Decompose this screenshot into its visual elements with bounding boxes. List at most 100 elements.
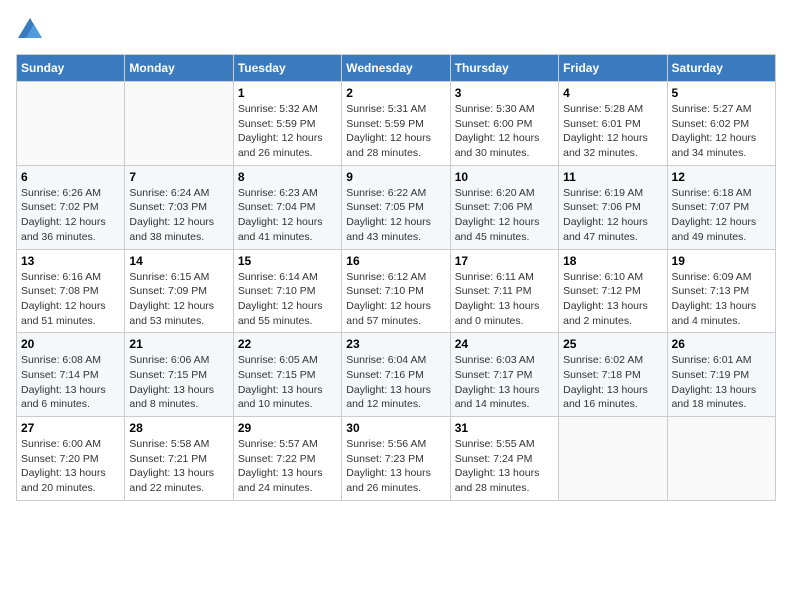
day-info: Sunrise: 6:20 AMSunset: 7:06 PMDaylight:… (455, 186, 554, 245)
calendar-cell: 25Sunrise: 6:02 AMSunset: 7:18 PMDayligh… (559, 333, 667, 417)
calendar-cell: 15 Sunrise: 6:14 AMSunset: 7:10 PMDayligh… (233, 249, 341, 333)
day-number: 2 (346, 86, 445, 100)
logo-icon (16, 16, 44, 44)
day-info: Sunrise: 6:09 AMSunset: 7:13 PMDaylight:… (672, 270, 771, 329)
day-number: 11 (563, 170, 662, 184)
day-number: 5 (672, 86, 771, 100)
calendar-cell (559, 417, 667, 501)
page-header (16, 16, 776, 44)
day-info: Sunrise: 6:24 AMSunset: 7:03 PMDaylight:… (129, 186, 228, 245)
day-number: 22 (238, 337, 337, 351)
day-number: 24 (455, 337, 554, 351)
calendar-cell: 2 Sunrise: 5:31 AMSunset: 5:59 PMDaylight… (342, 82, 450, 166)
day-number: 4 (563, 86, 662, 100)
day-info: Sunrise: 6:05 AMSunset: 7:15 PMDaylight:… (238, 353, 337, 412)
day-info: Sunrise: 5:55 AMSunset: 7:24 PMDaylight:… (455, 437, 554, 496)
calendar-header-friday: Friday (559, 55, 667, 82)
day-info: Sunrise: 6:23 AMSunset: 7:04 PMDaylight:… (238, 186, 337, 245)
day-info: Sunrise: 6:01 AMSunset: 7:19 PMDaylight:… (672, 353, 771, 412)
day-info: Sunrise: 5:27 AMSunset: 6:02 PMDaylight:… (672, 102, 771, 161)
day-info: Sunrise: 6:16 AMSunset: 7:08 PMDaylight:… (21, 270, 120, 329)
calendar-cell: 27 Sunrise: 6:00 AMSunset: 7:20 PMDayligh… (17, 417, 125, 501)
day-number: 3 (455, 86, 554, 100)
calendar-week-1: 1 Sunrise: 5:32 AMSunset: 5:59 PMDaylight… (17, 82, 776, 166)
day-number: 16 (346, 254, 445, 268)
calendar-cell: 29 Sunrise: 5:57 AMSunset: 7:22 PMDayligh… (233, 417, 341, 501)
calendar-header-thursday: Thursday (450, 55, 558, 82)
calendar-cell: 26 Sunrise: 6:01 AMSunset: 7:19 PMDayligh… (667, 333, 775, 417)
day-number: 21 (129, 337, 228, 351)
calendar-cell: 22 Sunrise: 6:05 AMSunset: 7:15 PMDayligh… (233, 333, 341, 417)
calendar-header-saturday: Saturday (667, 55, 775, 82)
day-info: Sunrise: 6:12 AMSunset: 7:10 PMDaylight:… (346, 270, 445, 329)
calendar-header-sunday: Sunday (17, 55, 125, 82)
day-info: Sunrise: 5:28 AMSunset: 6:01 PMDaylight:… (563, 102, 662, 161)
day-info: Sunrise: 6:10 AMSunset: 7:12 PMDaylight:… (563, 270, 662, 329)
day-number: 18 (563, 254, 662, 268)
calendar-cell: 7 Sunrise: 6:24 AMSunset: 7:03 PMDaylight… (125, 165, 233, 249)
day-number: 12 (672, 170, 771, 184)
day-number: 30 (346, 421, 445, 435)
calendar-cell: 4 Sunrise: 5:28 AMSunset: 6:01 PMDaylight… (559, 82, 667, 166)
day-info: Sunrise: 5:32 AMSunset: 5:59 PMDaylight:… (238, 102, 337, 161)
day-number: 20 (21, 337, 120, 351)
calendar-cell: 18 Sunrise: 6:10 AMSunset: 7:12 PMDayligh… (559, 249, 667, 333)
calendar-table: SundayMondayTuesdayWednesdayThursdayFrid… (16, 54, 776, 501)
day-info: Sunrise: 6:11 AMSunset: 7:11 PMDaylight:… (455, 270, 554, 329)
day-info: Sunrise: 5:57 AMSunset: 7:22 PMDaylight:… (238, 437, 337, 496)
day-info: Sunrise: 5:31 AMSunset: 5:59 PMDaylight:… (346, 102, 445, 161)
calendar-cell: 17Sunrise: 6:11 AMSunset: 7:11 PMDayligh… (450, 249, 558, 333)
logo (16, 16, 48, 44)
day-number: 15 (238, 254, 337, 268)
calendar-week-3: 13 Sunrise: 6:16 AMSunset: 7:08 PMDayligh… (17, 249, 776, 333)
day-number: 1 (238, 86, 337, 100)
calendar-cell: 6Sunrise: 6:26 AMSunset: 7:02 PMDaylight… (17, 165, 125, 249)
calendar-cell: 12 Sunrise: 6:18 AMSunset: 7:07 PMDayligh… (667, 165, 775, 249)
day-info: Sunrise: 6:04 AMSunset: 7:16 PMDaylight:… (346, 353, 445, 412)
calendar-cell: 19Sunrise: 6:09 AMSunset: 7:13 PMDayligh… (667, 249, 775, 333)
calendar-cell: 31 Sunrise: 5:55 AMSunset: 7:24 PMDayligh… (450, 417, 558, 501)
calendar-cell: 3 Sunrise: 5:30 AMSunset: 6:00 PMDaylight… (450, 82, 558, 166)
day-info: Sunrise: 6:00 AMSunset: 7:20 PMDaylight:… (21, 437, 120, 496)
calendar-cell: 20 Sunrise: 6:08 AMSunset: 7:14 PMDayligh… (17, 333, 125, 417)
calendar-cell: 16 Sunrise: 6:12 AMSunset: 7:10 PMDayligh… (342, 249, 450, 333)
day-number: 31 (455, 421, 554, 435)
day-number: 14 (129, 254, 228, 268)
day-info: Sunrise: 6:14 AMSunset: 7:10 PMDaylight:… (238, 270, 337, 329)
calendar-cell: 30 Sunrise: 5:56 AMSunset: 7:23 PMDayligh… (342, 417, 450, 501)
calendar-header-row: SundayMondayTuesdayWednesdayThursdayFrid… (17, 55, 776, 82)
day-number: 13 (21, 254, 120, 268)
day-info: Sunrise: 6:18 AMSunset: 7:07 PMDaylight:… (672, 186, 771, 245)
calendar-header-monday: Monday (125, 55, 233, 82)
day-info: Sunrise: 6:08 AMSunset: 7:14 PMDaylight:… (21, 353, 120, 412)
calendar-body: 1 Sunrise: 5:32 AMSunset: 5:59 PMDaylight… (17, 82, 776, 501)
day-number: 27 (21, 421, 120, 435)
calendar-header-wednesday: Wednesday (342, 55, 450, 82)
day-info: Sunrise: 6:06 AMSunset: 7:15 PMDaylight:… (129, 353, 228, 412)
day-info: Sunrise: 5:56 AMSunset: 7:23 PMDaylight:… (346, 437, 445, 496)
calendar-cell: 21 Sunrise: 6:06 AMSunset: 7:15 PMDayligh… (125, 333, 233, 417)
day-info: Sunrise: 5:58 AMSunset: 7:21 PMDaylight:… (129, 437, 228, 496)
calendar-cell: 10 Sunrise: 6:20 AMSunset: 7:06 PMDayligh… (450, 165, 558, 249)
calendar-cell: 14 Sunrise: 6:15 AMSunset: 7:09 PMDayligh… (125, 249, 233, 333)
calendar-cell: 9Sunrise: 6:22 AMSunset: 7:05 PMDaylight… (342, 165, 450, 249)
day-number: 26 (672, 337, 771, 351)
day-number: 25 (563, 337, 662, 351)
calendar-cell: 24 Sunrise: 6:03 AMSunset: 7:17 PMDayligh… (450, 333, 558, 417)
day-number: 8 (238, 170, 337, 184)
calendar-cell (125, 82, 233, 166)
calendar-cell: 1 Sunrise: 5:32 AMSunset: 5:59 PMDaylight… (233, 82, 341, 166)
day-number: 28 (129, 421, 228, 435)
day-number: 29 (238, 421, 337, 435)
day-number: 7 (129, 170, 228, 184)
day-info: Sunrise: 6:03 AMSunset: 7:17 PMDaylight:… (455, 353, 554, 412)
day-number: 6 (21, 170, 120, 184)
day-info: Sunrise: 6:15 AMSunset: 7:09 PMDaylight:… (129, 270, 228, 329)
calendar-cell: 28 Sunrise: 5:58 AMSunset: 7:21 PMDayligh… (125, 417, 233, 501)
day-number: 10 (455, 170, 554, 184)
day-info: Sunrise: 5:30 AMSunset: 6:00 PMDaylight:… (455, 102, 554, 161)
calendar-cell: 5 Sunrise: 5:27 AMSunset: 6:02 PMDaylight… (667, 82, 775, 166)
day-number: 23 (346, 337, 445, 351)
day-info: Sunrise: 6:22 AMSunset: 7:05 PMDaylight:… (346, 186, 445, 245)
calendar-week-2: 6Sunrise: 6:26 AMSunset: 7:02 PMDaylight… (17, 165, 776, 249)
